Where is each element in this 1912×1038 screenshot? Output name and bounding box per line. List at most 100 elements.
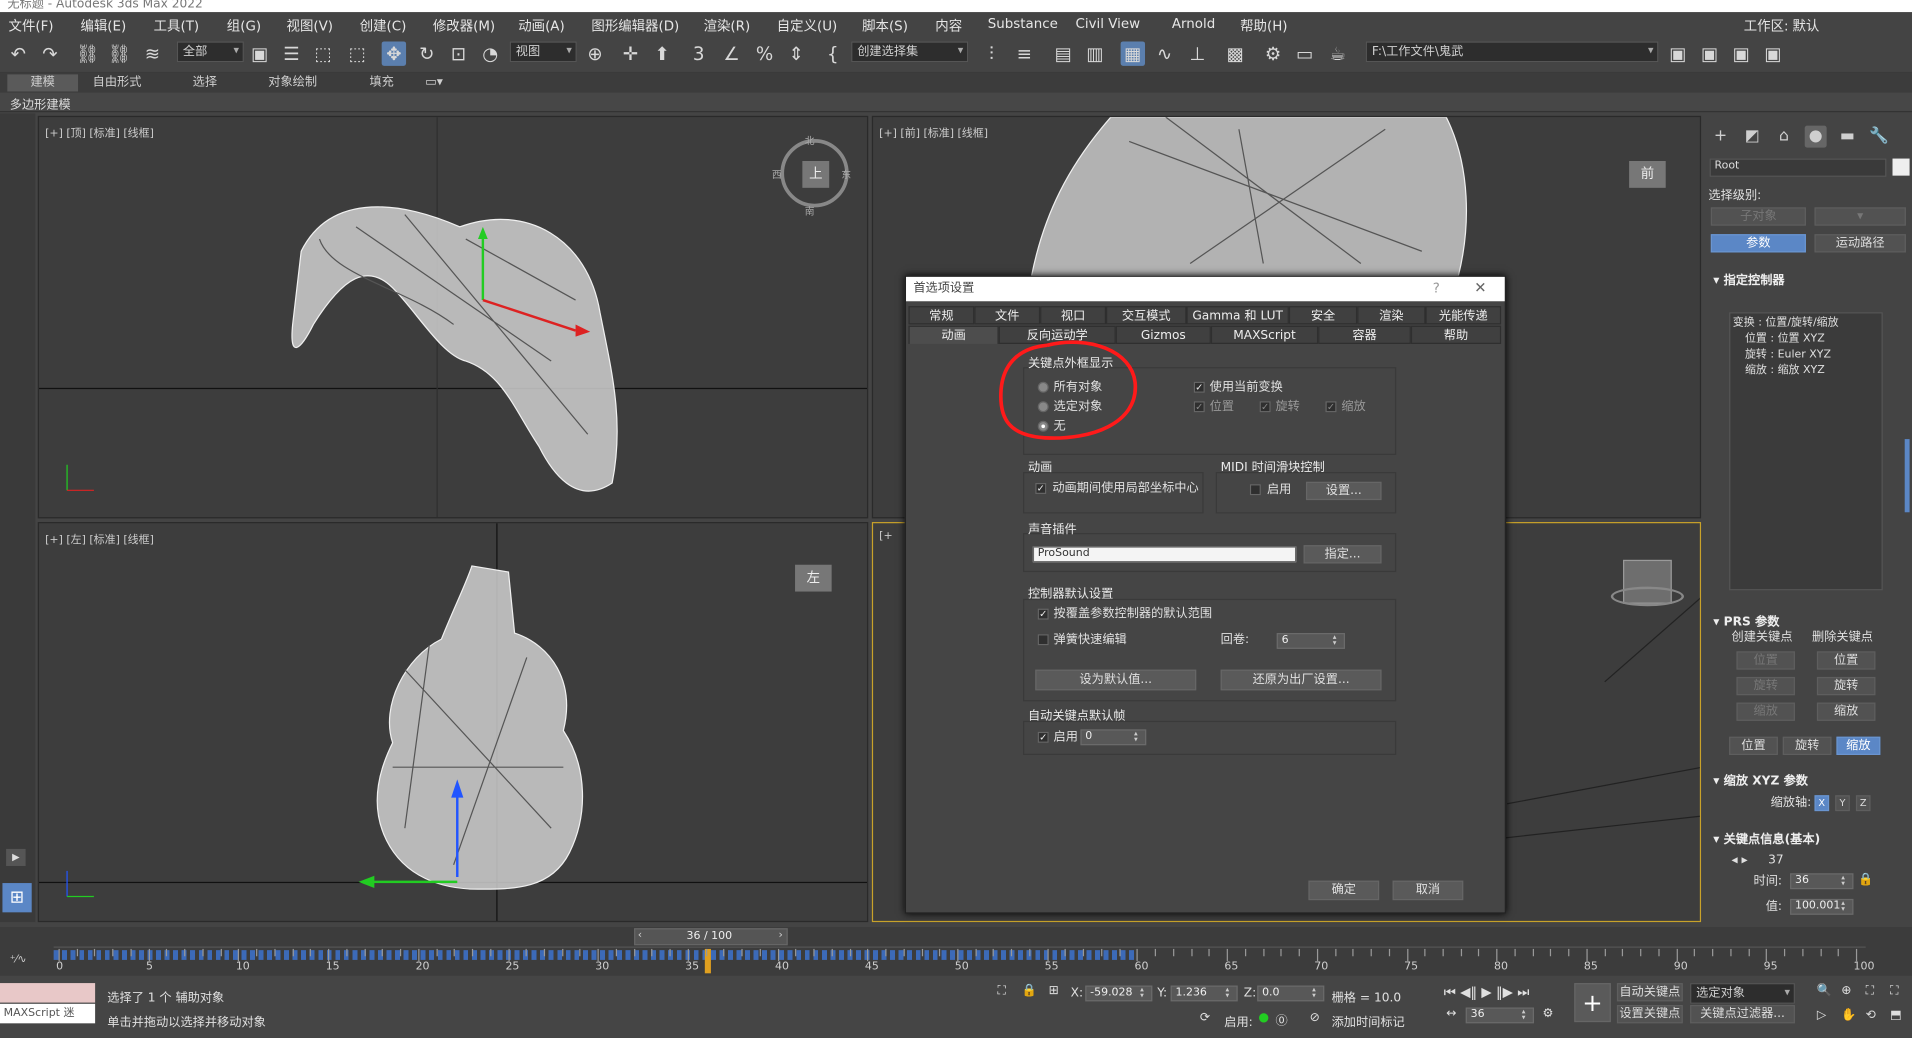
object-name-field[interactable]: Root	[1709, 158, 1887, 177]
expand-bar-icon[interactable]: ▶	[6, 848, 26, 866]
material-editor-icon[interactable]: ▩	[1223, 41, 1247, 65]
local-center-label[interactable]: 动画期间使用局部坐标中心	[1052, 482, 1198, 497]
set-defaults-button[interactable]: 设为默认值...	[1035, 669, 1197, 691]
tab-general[interactable]: 常规	[908, 306, 975, 325]
viewport-top[interactable]: [+] [顶] [标准] [线框] 上 北 南 东 西	[37, 115, 869, 519]
use-current-transform-label[interactable]: 使用当前变换	[1210, 381, 1283, 396]
selection-lock-icon[interactable]: 🔒	[1022, 984, 1037, 997]
menu-view[interactable]: 视图(V)	[287, 16, 333, 36]
lock-icon[interactable]: 🔒	[1858, 873, 1873, 888]
create-tab-icon[interactable]: +	[1710, 126, 1732, 148]
percent-snap-icon[interactable]: %	[752, 41, 776, 65]
local-center-checkbox[interactable]: ✓	[1035, 483, 1047, 494]
autokey-enable-label[interactable]: 启用	[1054, 731, 1078, 746]
scene-explorer-icon[interactable]: ▤	[1051, 41, 1075, 65]
z-coordinate-field[interactable]: 0.0	[1257, 985, 1325, 1002]
angle-snap-icon[interactable]: ∠	[719, 41, 743, 65]
time-config-icon[interactable]: ⚙	[1543, 1007, 1554, 1020]
select-object-icon[interactable]: ▣	[248, 41, 272, 65]
ribbon-tab-populate[interactable]: 填充	[354, 74, 410, 91]
menu-graph-editors[interactable]: 图形编辑器(D)	[591, 16, 679, 36]
delete-rotation-key[interactable]: 旋转	[1816, 676, 1876, 696]
zoom-extents-icon[interactable]: ⛶	[1866, 984, 1875, 997]
mini-curve-icon[interactable]: ⁺⁄∿	[10, 954, 27, 966]
menu-rendering[interactable]: 渲染(R)	[704, 16, 751, 36]
curve-editor-icon[interactable]: ∿	[1152, 41, 1176, 65]
ribbon-tab-selection[interactable]: 选择	[177, 74, 233, 91]
bind-spacewarp-icon[interactable]: ≋	[140, 41, 164, 65]
create-scale-key[interactable]: 缩放	[1736, 702, 1795, 721]
pivot-center-icon[interactable]: ⊕	[583, 41, 607, 65]
utilities-tab-icon[interactable]: 🔧	[1868, 126, 1890, 148]
menu-group[interactable]: 组(G)	[227, 16, 261, 36]
slider-prev-icon[interactable]: ‹	[638, 929, 642, 941]
menu-create[interactable]: 创建(C)	[360, 16, 407, 36]
key-value-field[interactable]: 100.001	[1790, 898, 1854, 915]
scale-xyz-rollout[interactable]: ▾ 缩放 XYZ 参数	[1713, 770, 1808, 788]
tab-interaction-mode[interactable]: 交互模式	[1105, 306, 1187, 325]
project-icon-2[interactable]: ▣	[1697, 41, 1721, 65]
spring-edit-checkbox[interactable]	[1037, 634, 1049, 646]
select-rotate-icon[interactable]: ↻	[415, 41, 439, 65]
axis-z-button[interactable]: Z	[1855, 795, 1871, 812]
menu-customize[interactable]: 自定义(U)	[777, 16, 838, 36]
enable-indicator-icon[interactable]: ●	[1258, 1011, 1269, 1024]
prs-rollout[interactable]: ▾ PRS 参数	[1713, 611, 1779, 629]
redo-icon[interactable]: ↷	[38, 41, 62, 65]
select-by-name-icon[interactable]: ☰	[279, 41, 303, 65]
mirror-icon[interactable]: ⫶	[979, 41, 1003, 65]
display-tab-icon[interactable]: ▬	[1836, 126, 1858, 148]
select-scale-icon[interactable]: ⊡	[446, 41, 470, 65]
x-coordinate-field[interactable]: -59.028	[1085, 985, 1153, 1002]
use-current-transform-checkbox[interactable]: ✓	[1193, 381, 1205, 393]
layer-explorer-icon[interactable]: ▥	[1083, 41, 1107, 65]
ok-button[interactable]: 确定	[1308, 880, 1380, 901]
orbit-icon[interactable]: ⟲	[1866, 1009, 1876, 1022]
close-icon[interactable]: ✕	[1474, 279, 1486, 296]
key-info-rollout[interactable]: ▾ 关键点信息(基本)	[1713, 828, 1820, 846]
link-icon[interactable]: ⛓	[76, 41, 100, 65]
render-icon[interactable]: ☕	[1325, 41, 1349, 65]
sound-assign-button[interactable]: 指定...	[1303, 545, 1382, 564]
cancel-button[interactable]: 取消	[1392, 880, 1464, 901]
isolate-icon[interactable]: ⛶	[997, 984, 1006, 997]
position-checkbox[interactable]: ✓	[1193, 401, 1205, 413]
tab-viewports[interactable]: 视口	[1040, 306, 1106, 325]
key-nav-arrows[interactable]: ◂ ▸	[1732, 854, 1748, 869]
project-icon-3[interactable]: ▣	[1729, 41, 1753, 65]
midi-setup-button[interactable]: 设置...	[1305, 481, 1382, 501]
menu-edit[interactable]: 编辑(E)	[80, 16, 126, 36]
trajectories-button[interactable]: 运动路径	[1814, 234, 1906, 253]
y-coordinate-field[interactable]: 1.236	[1170, 985, 1238, 1002]
zoom-extents-all-icon[interactable]: ⛶	[1890, 984, 1899, 997]
maxscript-input[interactable]: MAXScript 迷	[0, 1003, 96, 1024]
maximize-viewport-icon[interactable]: ⬒	[1890, 1009, 1902, 1022]
object-color-swatch[interactable]	[1892, 158, 1910, 176]
viewport-layouts-icon[interactable]: ⊞	[2, 883, 32, 913]
sound-plugin-field[interactable]: ProSound	[1032, 546, 1297, 563]
menu-help[interactable]: 帮助(H)	[1240, 16, 1287, 36]
menu-scripting[interactable]: 脚本(S)	[862, 16, 908, 36]
viewport-left[interactable]: [+] [左] [标准] [线框] 左	[37, 522, 869, 923]
select-move-icon[interactable]: ✥	[381, 41, 407, 66]
select-manipulate-icon[interactable]: ✛	[618, 41, 642, 65]
place-icon[interactable]: ◔	[478, 41, 502, 65]
tab-animation[interactable]: 动画	[908, 325, 999, 344]
snap-toggle-icon[interactable]: 3	[687, 41, 711, 65]
auto-key-button[interactable]: 自动关键点	[1616, 983, 1683, 1002]
ribbon-tab-object-paint[interactable]: 对象绘制	[259, 74, 327, 91]
absolute-mode-icon[interactable]: ⊞	[1049, 984, 1059, 997]
axis-x-button[interactable]: X	[1814, 795, 1830, 812]
delete-scale-key[interactable]: 缩放	[1816, 702, 1876, 721]
set-key-button[interactable]: 设置关键点	[1616, 1005, 1683, 1024]
project-path-dropdown[interactable]: F:\工作文件\鬼武	[1365, 41, 1659, 63]
tab-gamma-lut[interactable]: Gamma 和 LUT	[1186, 306, 1289, 325]
tree-item-scale[interactable]: 缩放 : 缩放 XYZ	[1745, 363, 1825, 378]
scale-checkbox[interactable]: ✓	[1325, 401, 1337, 413]
rotation-checkbox[interactable]: ✓	[1259, 401, 1271, 413]
adaptive-degradation-icon[interactable]: ⟳	[1200, 1011, 1210, 1024]
tab-files[interactable]: 文件	[974, 306, 1041, 325]
midi-enable-checkbox[interactable]	[1249, 484, 1261, 496]
rect-region-icon[interactable]: ⬚	[311, 41, 335, 65]
subobject-dropdown[interactable]: ▾	[1814, 207, 1906, 226]
